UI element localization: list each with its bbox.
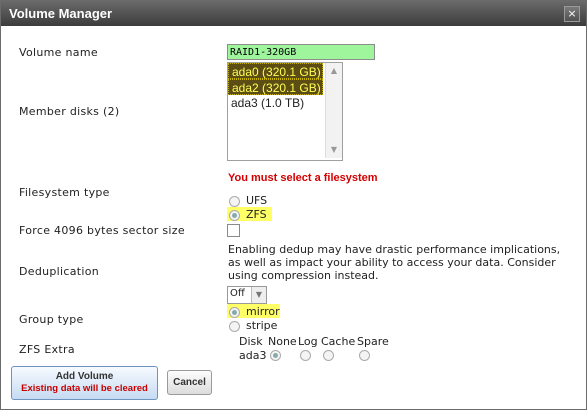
zfs-extra-header-spare: Spare [357, 335, 389, 348]
filesystem-type-label: Filesystem type [19, 186, 110, 199]
zfs-extra-label: ZFS Extra [19, 343, 75, 356]
dedup-select-value: Off [230, 288, 245, 299]
cancel-button[interactable]: Cancel [167, 370, 212, 395]
filesystem-zfs-label: ZFS [246, 208, 267, 221]
disk-option-ada0[interactable]: ada0 (320.1 GB) [228, 63, 323, 79]
zfs-extra-header-cache: Cache [321, 335, 356, 348]
filesystem-ufs-radio[interactable] [229, 196, 240, 207]
filesystem-ufs-label: UFS [246, 194, 268, 207]
group-stripe-radio[interactable] [229, 321, 240, 332]
zfs-extra-header-none: None [268, 335, 297, 348]
zfs-extra-header-log: Log [298, 335, 318, 348]
group-type-label: Group type [19, 313, 84, 326]
filesystem-zfs-radio[interactable] [229, 210, 240, 221]
zfs-extra-header-disk: Disk [239, 335, 263, 348]
force-4096-label: Force 4096 bytes sector size [19, 224, 185, 237]
close-icon[interactable]: × [564, 6, 580, 22]
add-volume-warning: Existing data will be cleared [21, 383, 148, 394]
listbox-scrollbar[interactable]: ▲ ▼ [325, 63, 342, 158]
volume-manager-dialog: Volume Manager × Volume name Member disk… [0, 0, 587, 410]
disk-option-ada2[interactable]: ada2 (320.1 GB) [228, 79, 323, 95]
chevron-down-icon[interactable]: ▼ [251, 287, 266, 303]
ada3-spare-radio[interactable] [359, 350, 370, 361]
volume-name-label: Volume name [19, 46, 98, 59]
filesystem-error-message: You must select a filesystem [228, 172, 378, 184]
scroll-down-icon[interactable]: ▼ [326, 143, 342, 157]
group-mirror-radio[interactable] [229, 307, 240, 318]
volume-name-input[interactable] [227, 44, 375, 60]
ada3-none-radio[interactable] [270, 350, 281, 361]
group-stripe-label: stripe [246, 319, 278, 332]
disk-option-ada3[interactable]: ada3 (1.0 TB) [228, 95, 323, 111]
dedup-select[interactable]: Off ▼ [227, 286, 267, 304]
scroll-up-icon[interactable]: ▲ [326, 64, 342, 78]
dialog-title: Volume Manager [9, 6, 113, 21]
dedup-warning-text: Enabling dedup may have drastic performa… [228, 243, 561, 282]
force-4096-checkbox[interactable] [227, 224, 240, 237]
member-disks-listbox[interactable]: ada0 (320.1 GB) ada2 (320.1 GB) ada3 (1.… [227, 62, 343, 161]
ada3-cache-radio[interactable] [323, 350, 334, 361]
zfs-extra-disk-ada3: ada3 [239, 349, 267, 362]
group-mirror-label: mirror [246, 305, 280, 318]
deduplication-label: Deduplication [19, 265, 100, 278]
title-bar[interactable]: Volume Manager × [1, 1, 586, 26]
add-volume-button[interactable]: Add Volume Existing data will be cleared [11, 366, 158, 400]
member-disks-label: Member disks (2) [19, 105, 120, 118]
ada3-log-radio[interactable] [300, 350, 311, 361]
add-volume-label: Add Volume [55, 371, 114, 382]
